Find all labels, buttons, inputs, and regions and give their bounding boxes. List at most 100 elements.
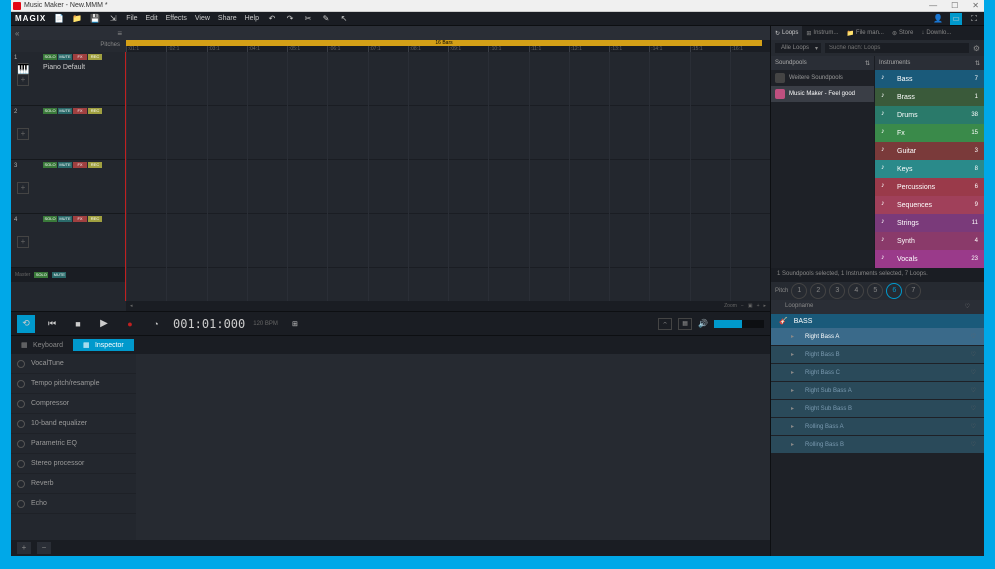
- solo-button[interactable]: SOLO: [43, 162, 57, 168]
- heart-icon[interactable]: ♡: [971, 441, 976, 448]
- menu-file[interactable]: File: [126, 15, 137, 22]
- loop-item[interactable]: ▸Right Sub Bass A♡: [771, 382, 984, 400]
- heart-icon[interactable]: ♡: [971, 351, 976, 358]
- instrument-item[interactable]: ♪Bass7: [875, 70, 984, 88]
- scroll-left-icon[interactable]: ◂: [130, 303, 133, 309]
- midi-icon[interactable]: 𝄐: [658, 318, 672, 330]
- track-header[interactable]: 4 SOLO MUTE FX REC +: [11, 214, 126, 268]
- fx-button[interactable]: FX: [73, 108, 87, 114]
- fx-button[interactable]: FX: [73, 216, 87, 222]
- rec-button[interactable]: REC: [88, 216, 102, 222]
- snap-icon[interactable]: ⊞: [286, 315, 304, 333]
- loop-item[interactable]: ▸Rolling Bass B♡: [771, 436, 984, 454]
- metronome-button[interactable]: ◔: [147, 315, 165, 333]
- undo-icon[interactable]: ↶: [267, 14, 277, 24]
- timeline-ruler[interactable]: 16 Bars :01:1:02:1:03:1:04:1:05:1:06:1:0…: [126, 40, 770, 52]
- export-icon[interactable]: ⇲: [108, 14, 118, 24]
- timeline[interactable]: 16 Bars :01:1:02:1:03:1:04:1:05:1:06:1:0…: [126, 26, 770, 311]
- instrument-item[interactable]: ♪Guitar3: [875, 142, 984, 160]
- heart-icon[interactable]: ♡: [971, 405, 976, 412]
- instrument-item[interactable]: ♪Vocals23: [875, 250, 984, 268]
- tab-keyboard[interactable]: ▦Keyboard: [11, 339, 73, 351]
- fx-item[interactable]: Reverb: [11, 474, 136, 494]
- tab-inspector[interactable]: ▦Inspector: [73, 339, 134, 351]
- add-track-icon[interactable]: +: [17, 182, 29, 194]
- menu-help[interactable]: Help: [245, 15, 259, 22]
- time-display[interactable]: 001:01:000: [173, 317, 245, 331]
- instrument-item[interactable]: ♪Percussions6: [875, 178, 984, 196]
- track-header[interactable]: 1 SOLO MUTE FX REC 🎹 Piano Default +: [11, 52, 126, 106]
- fx-item[interactable]: Tempo pitch/resample: [11, 374, 136, 394]
- sort-icon[interactable]: ⇅: [865, 60, 870, 67]
- browser-tab[interactable]: ↻Loops: [771, 26, 802, 40]
- power-icon[interactable]: [17, 400, 25, 408]
- loop-item[interactable]: ▸Rolling Bass A♡: [771, 418, 984, 436]
- menu-view[interactable]: View: [195, 15, 210, 22]
- redo-icon[interactable]: ↷: [285, 14, 295, 24]
- view-icon[interactable]: ▦: [678, 318, 692, 330]
- pitch-button[interactable]: 7: [905, 283, 921, 299]
- fx-item[interactable]: Parametric EQ: [11, 434, 136, 454]
- add-track-icon[interactable]: +: [17, 236, 29, 248]
- track-header[interactable]: 3 SOLO MUTE FX REC +: [11, 160, 126, 214]
- play-button[interactable]: ▶: [95, 315, 113, 333]
- power-icon[interactable]: [17, 440, 25, 448]
- user-icon[interactable]: 👤: [932, 13, 944, 25]
- rec-button[interactable]: REC: [88, 54, 102, 60]
- master-mute[interactable]: MUTE: [52, 272, 66, 278]
- open-icon[interactable]: 📁: [72, 14, 82, 24]
- heart-icon[interactable]: ♡: [971, 369, 976, 376]
- zoom-fit-icon[interactable]: ▣: [748, 303, 753, 309]
- pitch-button[interactable]: 6: [886, 283, 902, 299]
- loop-filter-dropdown[interactable]: Alle Loops: [775, 43, 821, 53]
- menu-edit[interactable]: Edit: [146, 15, 158, 22]
- loop-group-header[interactable]: 🎸 BASS: [771, 314, 984, 328]
- heart-icon[interactable]: ♡: [971, 423, 976, 430]
- mute-button[interactable]: MUTE: [58, 162, 72, 168]
- loop-item[interactable]: ▸Right Bass B♡: [771, 346, 984, 364]
- track-header[interactable]: 2 SOLO MUTE FX REC +: [11, 106, 126, 160]
- layout-icon[interactable]: ▭: [950, 13, 962, 25]
- menu-effects[interactable]: Effects: [166, 15, 187, 22]
- browser-tab[interactable]: ↓Downlo...: [917, 26, 955, 40]
- minimize-button[interactable]: —: [926, 1, 940, 10]
- master-solo[interactable]: SOLO: [34, 272, 48, 278]
- browser-tab[interactable]: 📁File man...: [842, 26, 888, 40]
- fx-item[interactable]: VocalTune: [11, 354, 136, 374]
- sort-icon[interactable]: ⇅: [975, 60, 980, 67]
- menu-share[interactable]: Share: [218, 15, 237, 22]
- speaker-icon[interactable]: 🔊: [698, 319, 708, 328]
- pitch-button[interactable]: 2: [810, 283, 826, 299]
- instrument-item[interactable]: ♪Strings11: [875, 214, 984, 232]
- play-icon[interactable]: ▸: [791, 333, 799, 341]
- play-icon[interactable]: ▸: [791, 387, 799, 395]
- heart-icon[interactable]: ♡: [971, 333, 976, 340]
- loop-item[interactable]: ▸Right Sub Bass B♡: [771, 400, 984, 418]
- power-icon[interactable]: [17, 460, 25, 468]
- zoom-out-icon[interactable]: −: [741, 303, 744, 309]
- mute-button[interactable]: MUTE: [58, 108, 72, 114]
- instrument-item[interactable]: ♪Fx15: [875, 124, 984, 142]
- pitch-button[interactable]: 3: [829, 283, 845, 299]
- stop-button[interactable]: ■: [69, 315, 87, 333]
- power-icon[interactable]: [17, 480, 25, 488]
- instrument-item[interactable]: ♪Brass1: [875, 88, 984, 106]
- play-icon[interactable]: ▸: [791, 423, 799, 431]
- cut-icon[interactable]: ✂: [303, 14, 313, 24]
- loop-item[interactable]: ▸Right Bass C♡: [771, 364, 984, 382]
- play-icon[interactable]: ▸: [791, 369, 799, 377]
- play-icon[interactable]: ▸: [791, 441, 799, 449]
- browser-tab[interactable]: ⊞Instrum...: [802, 26, 842, 40]
- track-name[interactable]: Piano Default: [43, 64, 85, 71]
- timeline-grid[interactable]: [126, 52, 770, 301]
- gear-icon[interactable]: ⚙: [973, 44, 980, 53]
- collapse-icon[interactable]: «: [15, 29, 19, 38]
- mute-button[interactable]: MUTE: [58, 54, 72, 60]
- power-icon[interactable]: [17, 500, 25, 508]
- power-icon[interactable]: [17, 380, 25, 388]
- heart-icon[interactable]: ♡: [971, 387, 976, 394]
- fx-item[interactable]: 10-band equalizer: [11, 414, 136, 434]
- loop-item[interactable]: ▸Right Bass A♡: [771, 328, 984, 346]
- pitch-button[interactable]: 5: [867, 283, 883, 299]
- add-fx-button[interactable]: +: [17, 542, 31, 554]
